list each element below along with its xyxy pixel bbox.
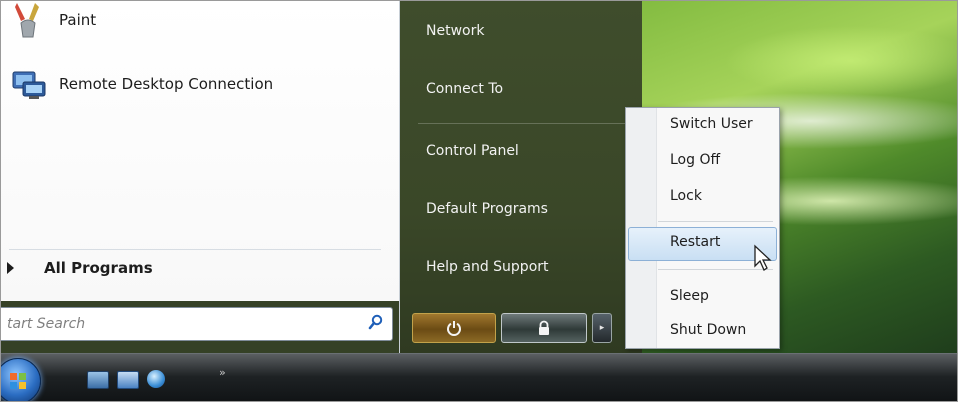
- menu-item-log-off[interactable]: Log Off: [670, 152, 720, 168]
- chevron-right-icon: ▸: [599, 323, 605, 333]
- remote-desktop-icon: [9, 65, 47, 103]
- lock-icon: [539, 320, 549, 335]
- start-orb-icon[interactable]: [1, 358, 41, 401]
- power-button-row: ▸: [412, 313, 612, 343]
- link-default-programs[interactable]: Default Programs: [426, 201, 548, 217]
- program-label: Paint: [59, 11, 97, 29]
- start-search-input[interactable]: tart Search: [1, 307, 393, 341]
- program-item-paint[interactable]: Paint: [9, 1, 96, 39]
- power-button[interactable]: [412, 313, 496, 343]
- chevron-right-icon[interactable]: »: [219, 366, 226, 379]
- power-icon: [447, 321, 461, 336]
- program-item-remote-desktop[interactable]: Remote Desktop Connection: [9, 65, 273, 103]
- taskbar: »: [1, 353, 957, 401]
- switch-windows-icon[interactable]: [117, 371, 139, 389]
- paint-icon: [9, 1, 47, 39]
- menu-item-sleep[interactable]: Sleep: [670, 288, 709, 304]
- menu-item-restart[interactable]: Restart: [670, 234, 720, 250]
- divider: [418, 123, 638, 124]
- divider: [9, 249, 381, 250]
- chevron-right-icon: [7, 262, 14, 274]
- link-connect-to[interactable]: Connect To: [426, 81, 503, 97]
- lock-button[interactable]: [501, 313, 587, 343]
- all-programs-label: All Programs: [44, 259, 153, 277]
- link-network[interactable]: Network: [426, 23, 484, 39]
- link-control-panel[interactable]: Control Panel: [426, 143, 519, 159]
- mouse-cursor-icon: [753, 244, 773, 276]
- search-placeholder: tart Search: [7, 316, 86, 332]
- link-help-and-support[interactable]: Help and Support: [426, 259, 549, 275]
- menu-divider: [658, 221, 773, 222]
- internet-explorer-icon[interactable]: [147, 370, 165, 388]
- power-options-arrow-button[interactable]: ▸: [592, 313, 612, 343]
- start-menu-places-pane: Network Connect To Control Panel Default…: [400, 1, 642, 353]
- show-desktop-icon[interactable]: [87, 371, 109, 389]
- menu-item-switch-user[interactable]: Switch User: [670, 116, 753, 132]
- menu-item-lock[interactable]: Lock: [670, 188, 702, 204]
- search-icon[interactable]: [368, 314, 384, 334]
- menu-item-shut-down[interactable]: Shut Down: [670, 322, 746, 338]
- power-options-menu: Switch User Log Off Lock Restart Sleep S…: [625, 107, 780, 349]
- all-programs-button[interactable]: All Programs: [7, 259, 153, 277]
- screenshot-frame: Paint Remote Desktop Connection All Prog…: [0, 0, 958, 402]
- program-label: Remote Desktop Connection: [59, 75, 274, 93]
